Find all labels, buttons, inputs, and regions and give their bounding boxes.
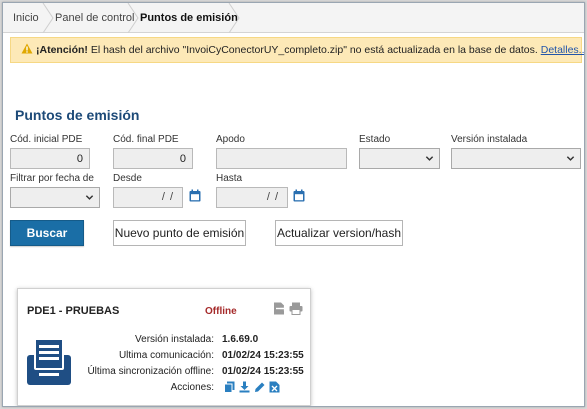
emission-point-icon xyxy=(27,338,71,385)
cod-inicial-input[interactable] xyxy=(10,148,90,169)
buscar-button[interactable]: Buscar xyxy=(10,220,84,246)
apodo-input[interactable] xyxy=(216,148,347,169)
chevron-down-icon xyxy=(566,156,575,161)
version-key: Versión instalada: xyxy=(135,334,214,345)
hash-warning-alert: ¡Atención! El hash del archivo "InvoiCyC… xyxy=(10,37,584,63)
breadcrumb-separator-icon xyxy=(228,3,240,33)
actualizar-version-button[interactable]: Actualizar version/hash xyxy=(275,220,403,246)
ultima-sincronizacion-value: 01/02/24 15:23:55 xyxy=(222,366,304,377)
filtro-fecha-select[interactable] xyxy=(10,187,100,208)
page-title: Puntos de emisión xyxy=(15,107,140,123)
breadcrumb-panel[interactable]: Panel de control xyxy=(55,3,135,33)
app-frame: Inicio Panel de control Puntos de emisió… xyxy=(2,2,585,407)
copy-icon[interactable] xyxy=(224,381,235,393)
ultima-comunicacion-key: Ultima comunicación: xyxy=(118,350,214,361)
breadcrumb: Inicio Panel de control Puntos de emisió… xyxy=(3,3,584,33)
acciones-label: Acciones: xyxy=(170,382,214,393)
cod-inicial-label: Cód. inicial PDE xyxy=(10,134,83,145)
hasta-label: Hasta xyxy=(216,173,243,184)
breadcrumb-current: Puntos de emisión xyxy=(140,12,238,24)
alert-message: El hash del archivo "InvoiCyConectorUY_c… xyxy=(87,44,541,56)
printer-icon[interactable] xyxy=(289,302,303,315)
version-select[interactable] xyxy=(451,148,581,169)
estado-select[interactable] xyxy=(359,148,440,169)
ultima-comunicacion-value: 01/02/24 15:23:55 xyxy=(222,350,304,361)
desde-label: Desde xyxy=(113,173,142,184)
version-value: 1.6.69.0 xyxy=(222,334,259,345)
desde-date-input[interactable]: / / xyxy=(113,187,183,208)
warning-icon xyxy=(21,43,33,54)
pde-card[interactable]: PDE1 - PRUEBAS Offline Versión instalada… xyxy=(17,288,311,406)
alert-prefix: ¡Atención! xyxy=(36,44,88,56)
chevron-down-icon xyxy=(425,156,434,161)
edit-pencil-icon[interactable] xyxy=(254,381,265,393)
ultima-sincronizacion-key: Última sincronización offline: xyxy=(87,366,214,377)
cod-final-input[interactable] xyxy=(113,148,193,169)
estado-label: Estado xyxy=(359,134,391,145)
status-badge: Offline xyxy=(205,306,237,317)
breadcrumb-separator-icon xyxy=(42,3,54,33)
breadcrumb-separator-icon xyxy=(127,3,139,33)
hasta-date-input[interactable]: / / xyxy=(216,187,288,208)
download-icon[interactable] xyxy=(239,381,250,393)
version-label: Versión instalada xyxy=(451,134,528,145)
apodo-label: Apodo xyxy=(216,134,245,145)
breadcrumb-inicio[interactable]: Inicio xyxy=(13,3,39,33)
cod-final-label: Cód. final PDE xyxy=(113,134,179,145)
file-export-icon[interactable] xyxy=(273,302,287,315)
nuevo-punto-button[interactable]: Nuevo punto de emisión xyxy=(113,220,246,246)
alert-details-link[interactable]: Detalles... xyxy=(541,44,584,56)
pde-card-title: PDE1 - PRUEBAS xyxy=(27,305,120,317)
filtro-fecha-label: Filtrar por fecha de xyxy=(10,173,94,184)
calendar-icon[interactable] xyxy=(189,189,201,202)
calendar-icon[interactable] xyxy=(293,189,305,202)
delete-file-icon[interactable] xyxy=(269,381,280,393)
chevron-down-icon xyxy=(85,195,94,200)
